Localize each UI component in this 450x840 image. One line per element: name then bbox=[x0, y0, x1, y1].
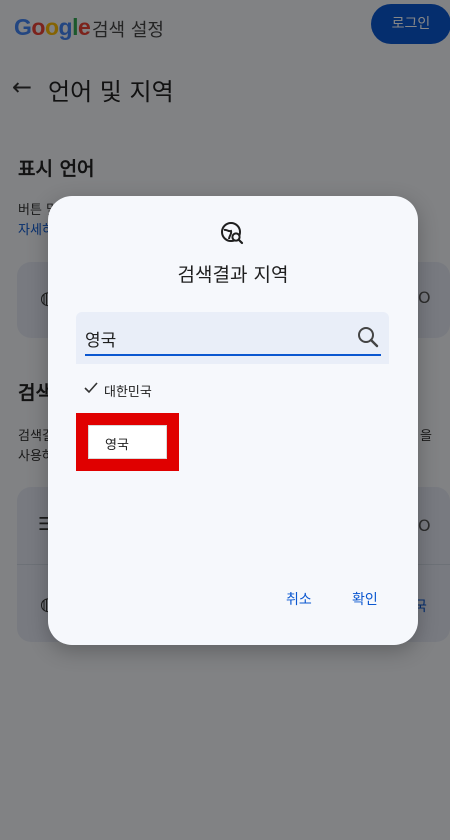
search-icon[interactable] bbox=[356, 325, 380, 349]
region-dialog: 검색결과 지역 대한민국 영국 취소 확인 bbox=[48, 196, 418, 645]
region-option-selected[interactable]: 대한민국 bbox=[84, 379, 284, 401]
confirm-button[interactable]: 확인 bbox=[352, 589, 378, 609]
search-underline bbox=[85, 354, 381, 356]
dialog-title: 검색결과 지역 bbox=[177, 264, 289, 286]
globe-search-icon bbox=[221, 222, 244, 245]
region-option-label: 대한민국 bbox=[104, 385, 152, 400]
region-option-result[interactable]: 영국 bbox=[88, 425, 167, 459]
region-option-label: 영국 bbox=[105, 438, 129, 453]
region-search-box bbox=[76, 312, 389, 364]
check-icon bbox=[84, 382, 98, 394]
region-search-input[interactable] bbox=[85, 324, 335, 352]
highlight-box: 영국 bbox=[76, 413, 179, 471]
cancel-button[interactable]: 취소 bbox=[286, 589, 312, 609]
